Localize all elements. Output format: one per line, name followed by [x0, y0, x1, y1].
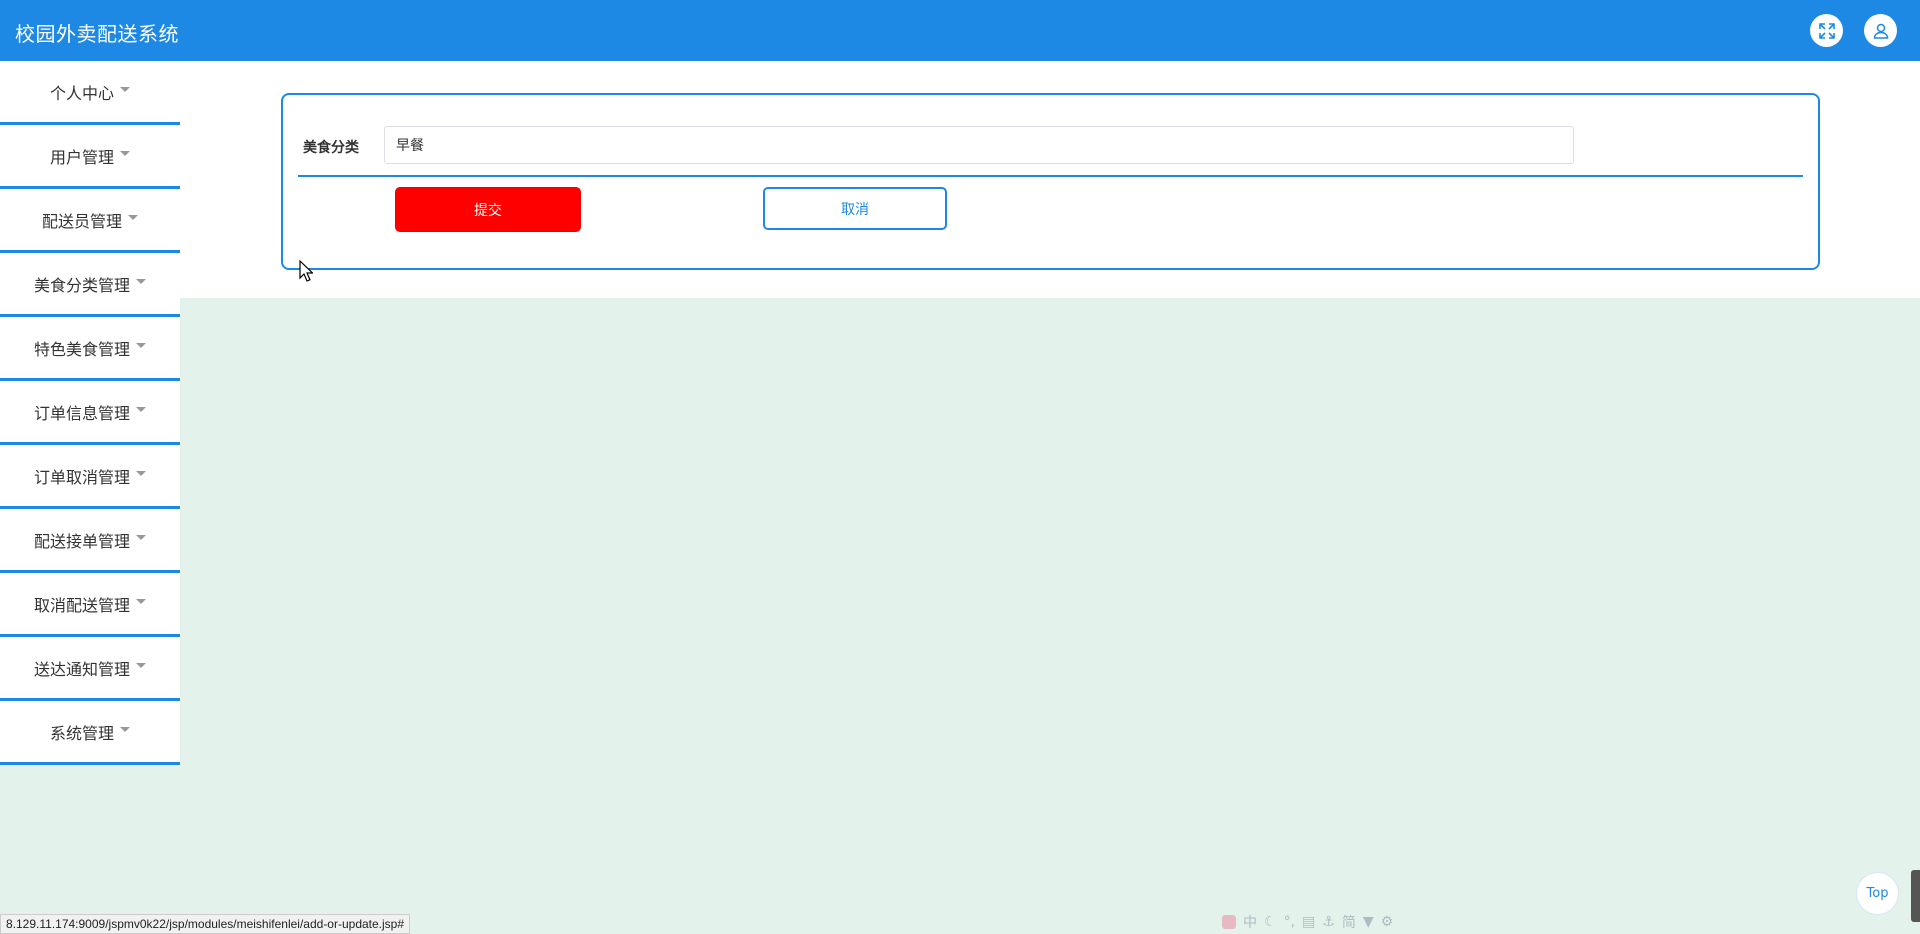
sidebar-item-food-category-management[interactable]: 美食分类管理 — [0, 253, 180, 317]
caret-down-icon — [128, 215, 138, 220]
caret-down-icon — [136, 471, 146, 476]
punctuation-icon: °, — [1283, 914, 1296, 930]
caret-down-icon — [120, 87, 130, 92]
status-bar-url: 8.129.11.174:9009/jspmv0k22/jsp/modules/… — [0, 914, 411, 934]
shirt-icon: ▼ — [1362, 914, 1374, 930]
category-input[interactable] — [384, 126, 1574, 164]
submit-button[interactable]: 提交 — [395, 187, 581, 232]
sidebar-item-order-info-management[interactable]: 订单信息管理 — [0, 381, 180, 445]
caret-down-icon — [136, 279, 146, 284]
sidebar-item-system-management[interactable]: 系统管理 — [0, 701, 180, 765]
app-header: 校园外卖配送系统 — [0, 0, 1920, 61]
sidebar-item-label: 系统管理 — [49, 723, 114, 743]
moon-icon: ☾ — [1264, 914, 1277, 930]
sidebar-item-label: 个人中心 — [49, 83, 114, 103]
caret-down-icon — [136, 599, 146, 604]
sidebar-item-featured-food-management[interactable]: 特色美食管理 — [0, 317, 180, 381]
ime-toolbar: 中 ☾ °, ▤ ⚓ 简 ▼ ⚙ — [1222, 912, 1393, 932]
edge-scroll-handle[interactable] — [1911, 870, 1920, 922]
caret-down-icon — [136, 407, 146, 412]
caret-down-icon — [136, 343, 146, 348]
category-field-label: 美食分类 — [303, 140, 359, 156]
sidebar-item-user-management[interactable]: 用户管理 — [0, 125, 180, 189]
app-title: 校园外卖配送系统 — [15, 22, 179, 46]
sidebar-item-label: 订单取消管理 — [33, 467, 130, 487]
cancel-button[interactable]: 取消 — [763, 187, 947, 230]
sidebar-item-label: 订单信息管理 — [33, 403, 130, 423]
user-button[interactable] — [1864, 14, 1897, 47]
sidebar-item-courier-management[interactable]: 配送员管理 — [0, 189, 180, 253]
anchor-icon: ⚓ — [1322, 914, 1335, 930]
sidebar-item-label: 取消配送管理 — [33, 595, 130, 615]
mouse-cursor-icon — [299, 260, 313, 282]
caret-down-icon — [120, 151, 130, 156]
sidebar-item-delivery-accept-management[interactable]: 配送接单管理 — [0, 509, 180, 573]
user-icon — [1873, 23, 1888, 39]
caret-down-icon — [120, 727, 130, 732]
sidebar-item-delivery-cancel-management[interactable]: 取消配送管理 — [0, 573, 180, 637]
sidebar-item-delivery-notice-management[interactable]: 送达通知管理 — [0, 637, 180, 701]
sidebar-item-label: 送达通知管理 — [33, 659, 130, 679]
sidebar: 个人中心 用户管理 配送员管理 美食分类管理 特色美食管理 订单信息管理 订单取… — [0, 61, 180, 765]
sidebar-item-order-cancel-management[interactable]: 订单取消管理 — [0, 445, 180, 509]
keyboard-icon: ▤ — [1302, 914, 1316, 930]
ime-script-label: 简 — [1341, 915, 1356, 931]
back-to-top-button[interactable]: Top — [1856, 872, 1899, 915]
sidebar-item-label: 配送员管理 — [41, 211, 122, 231]
gear-icon: ⚙ — [1380, 914, 1394, 930]
caret-down-icon — [136, 535, 146, 540]
ime-logo-icon — [1222, 915, 1236, 929]
fullscreen-icon — [1818, 22, 1835, 39]
sidebar-item-label: 用户管理 — [49, 147, 114, 167]
sidebar-item-label: 配送接单管理 — [33, 531, 130, 551]
sidebar-item-personal-center[interactable]: 个人中心 — [0, 61, 180, 125]
caret-down-icon — [136, 663, 146, 668]
ime-mode-label: 中 — [1243, 915, 1257, 931]
form-divider — [298, 175, 1803, 177]
sidebar-item-label: 美食分类管理 — [33, 275, 130, 295]
category-form: 美食分类 提交 取消 — [281, 93, 1820, 270]
sidebar-item-label: 特色美食管理 — [33, 339, 130, 359]
fullscreen-button[interactable] — [1810, 14, 1843, 47]
